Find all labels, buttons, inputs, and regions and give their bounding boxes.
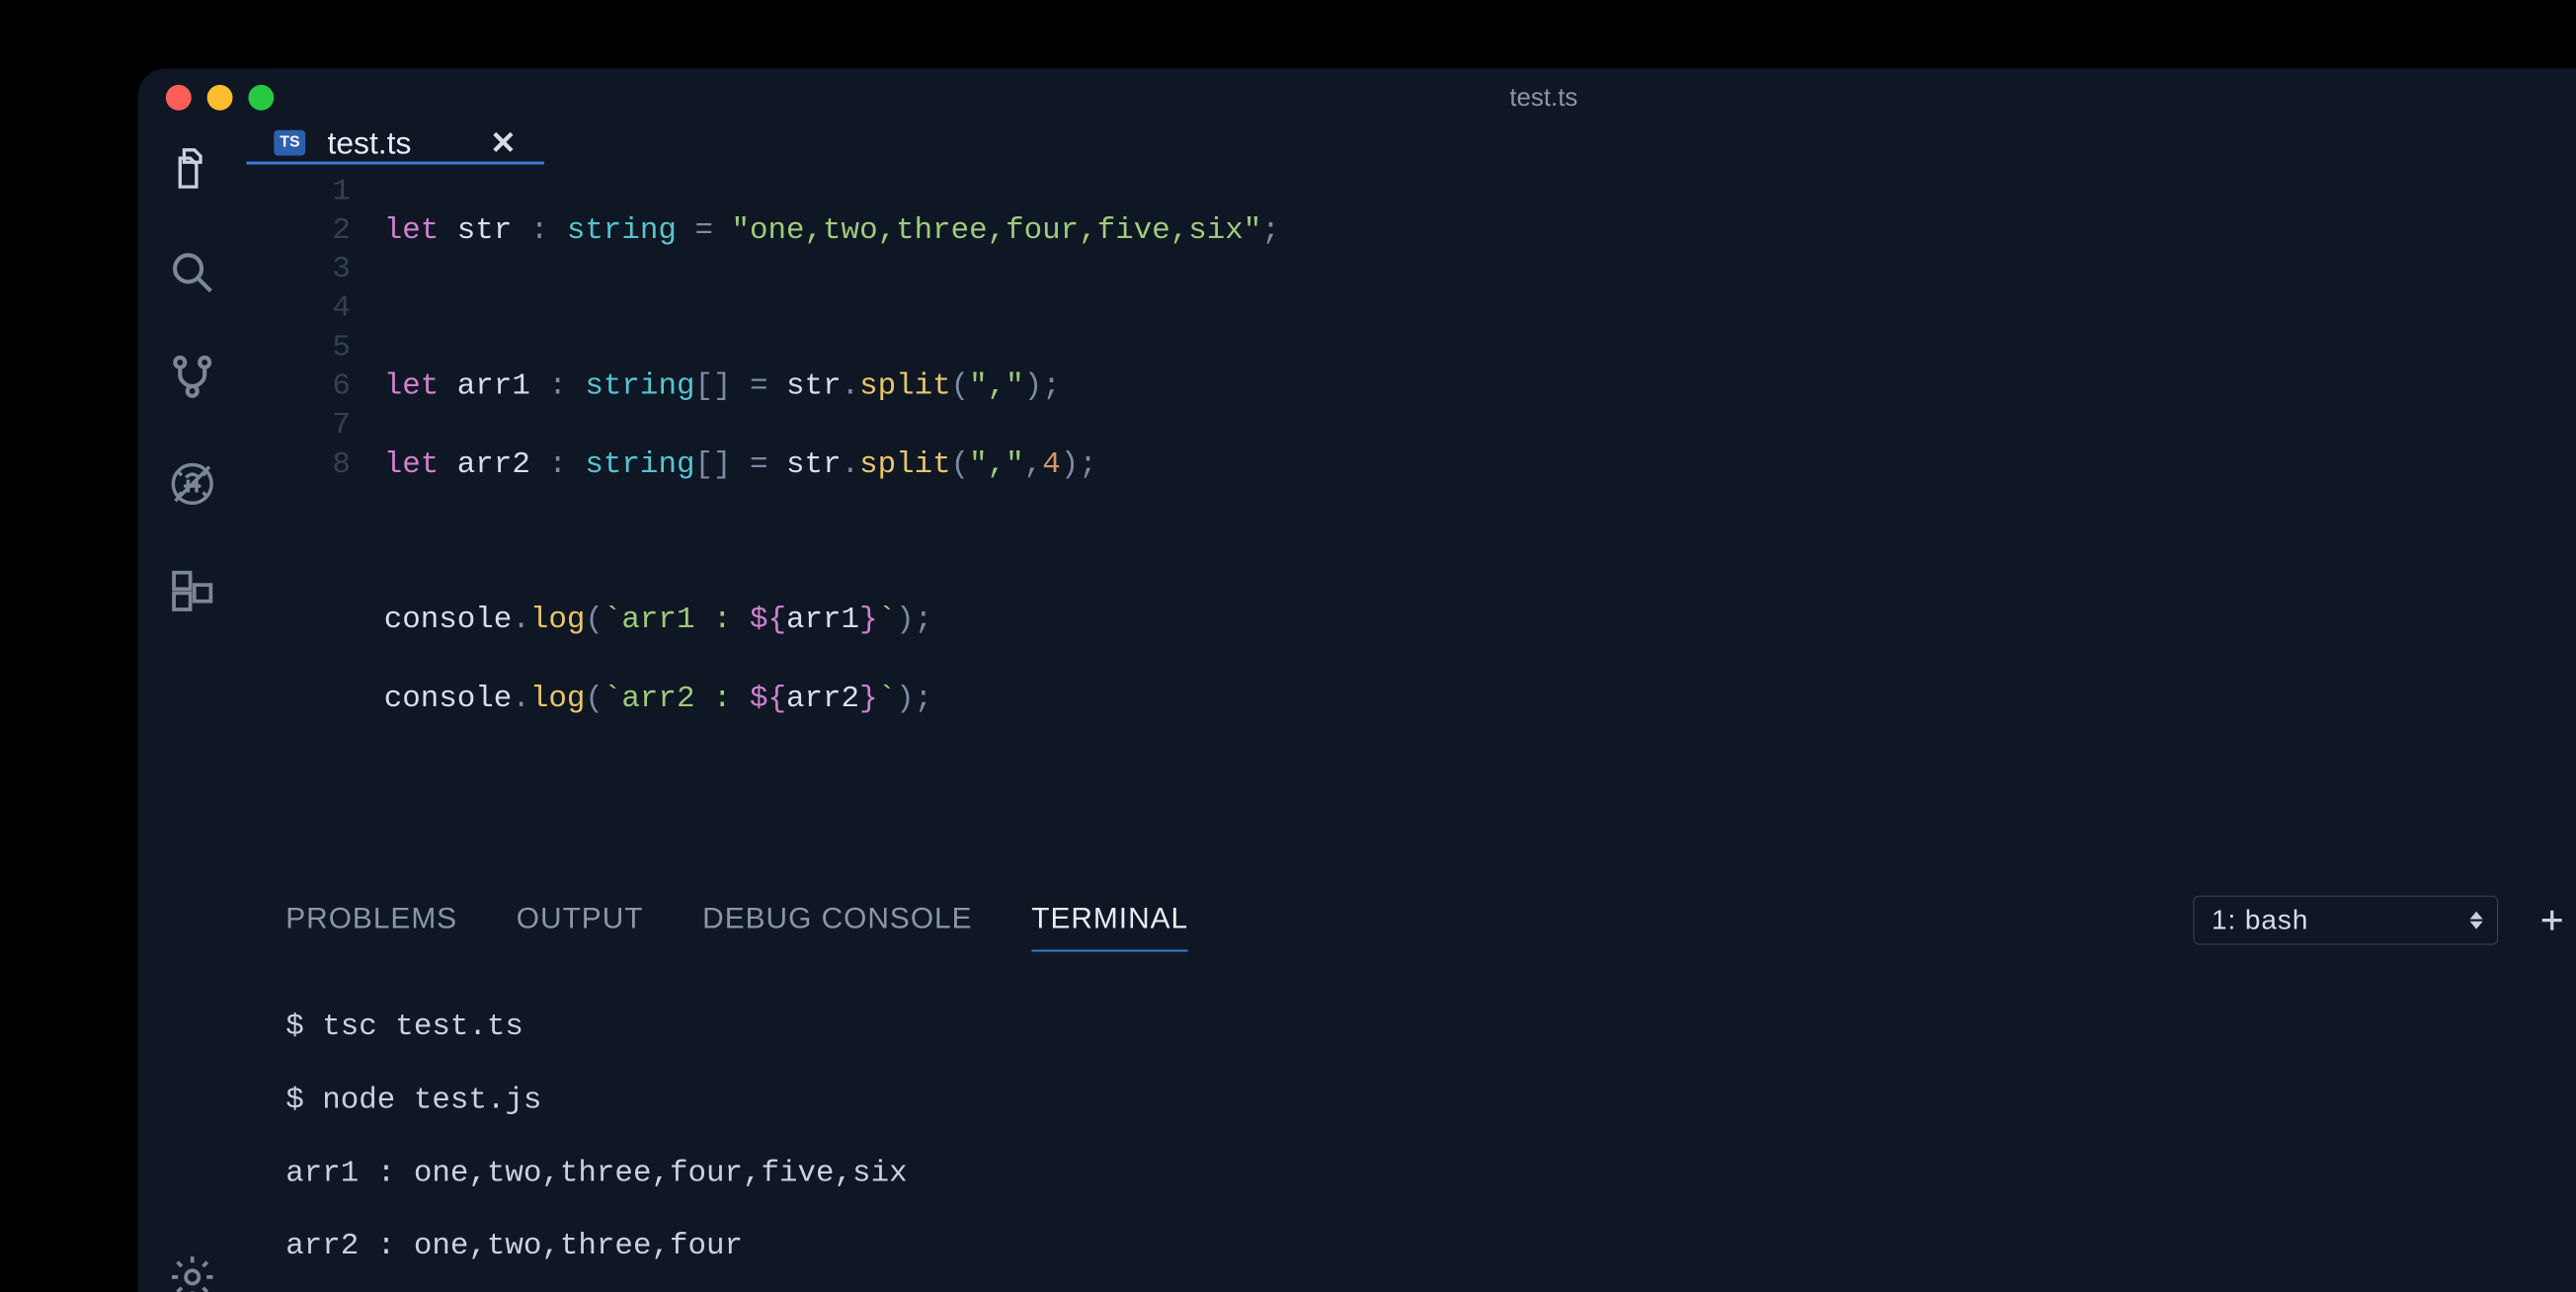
bottom-panel: PROBLEMS OUTPUT DEBUG CONSOLE TERMINAL 1…	[246, 888, 2576, 1292]
chevron-updown-icon	[2469, 912, 2483, 929]
explorer-icon[interactable]	[167, 144, 218, 194]
terminal-selector[interactable]: 1: bash	[2193, 896, 2497, 945]
line-number-gutter: 12345678	[246, 172, 383, 874]
search-icon[interactable]	[167, 248, 218, 297]
close-tab-icon[interactable]: ✕	[490, 124, 517, 162]
panel-tabs: PROBLEMS OUTPUT DEBUG CONSOLE TERMINAL 1…	[246, 888, 2576, 953]
source-control-icon[interactable]	[167, 353, 218, 402]
title-bar: test.ts	[138, 69, 2576, 124]
code-content[interactable]: let str : string = "one,two,three,four,f…	[384, 172, 2576, 874]
activity-bar	[138, 124, 246, 1292]
tab-test-ts[interactable]: TS test.ts ✕	[246, 124, 543, 165]
tab-output[interactable]: OUTPUT	[517, 889, 644, 952]
editor-tabs: TS test.ts ✕ •••	[246, 124, 2576, 165]
zoom-window-button[interactable]	[248, 85, 274, 111]
typescript-file-icon: TS	[274, 130, 305, 156]
terminal-output[interactable]: $ tsc test.ts $ node test.js arr1 : one,…	[246, 953, 2576, 1292]
terminal-selector-value: 1: bash	[2212, 905, 2308, 935]
window-title: test.ts	[1509, 81, 1577, 112]
new-terminal-icon[interactable]	[2536, 906, 2566, 935]
tab-terminal[interactable]: TERMINAL	[1031, 889, 1188, 952]
tab-debug-console[interactable]: DEBUG CONSOLE	[702, 889, 972, 952]
vscode-window: test.ts	[138, 69, 2576, 1292]
tab-filename: test.ts	[327, 124, 411, 161]
minimize-window-button[interactable]	[207, 85, 233, 111]
extensions-icon[interactable]	[167, 566, 218, 615]
settings-icon[interactable]	[167, 1252, 218, 1292]
tab-problems[interactable]: PROBLEMS	[285, 889, 457, 952]
editor-group: TS test.ts ✕ •••	[246, 124, 2576, 1292]
code-editor[interactable]: 12345678 let str : string = "one,two,thr…	[246, 165, 2576, 874]
traffic-lights	[166, 85, 274, 111]
debug-icon[interactable]	[167, 456, 218, 512]
close-window-button[interactable]	[166, 85, 192, 111]
